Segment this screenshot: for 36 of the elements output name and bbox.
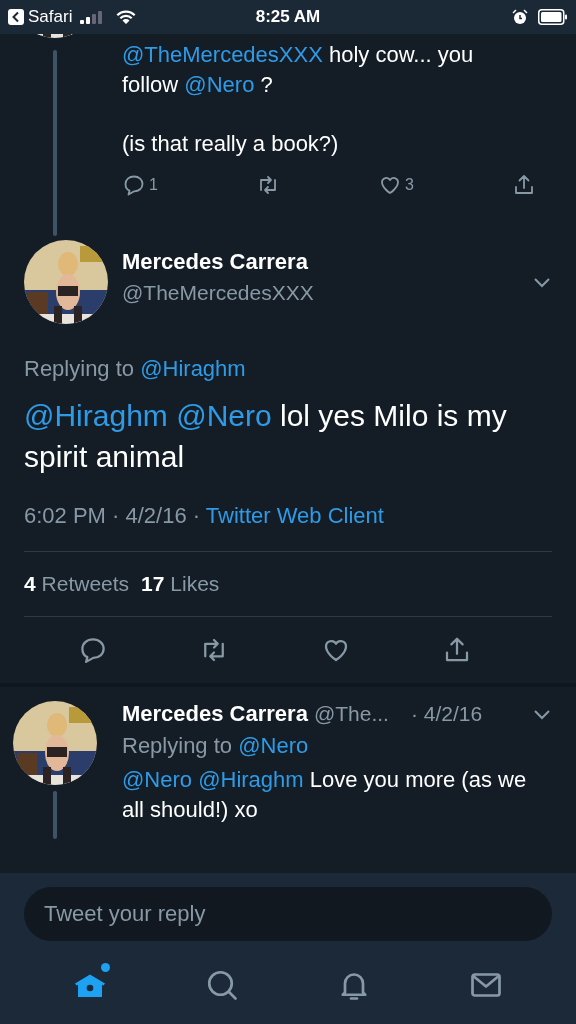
replying-to-text: Replying to @Hiraghm — [24, 356, 246, 381]
reply-button[interactable] — [78, 635, 108, 665]
stat-count[interactable]: 17 Likes — [141, 572, 220, 596]
tweet-text: @TheMercedesXXX holy cow... you follow @Nero ? — [122, 41, 475, 99]
user-handle: @The... — [313, 702, 389, 726]
tweet-date: · 4/2/16 — [410, 702, 483, 726]
wifi-icon — [116, 9, 137, 25]
stat-count[interactable]: 4 Retweets — [24, 572, 130, 596]
battery-icon — [538, 9, 568, 25]
mention-link[interactable]: @Nero — [122, 767, 193, 792]
unread-dot — [101, 963, 110, 972]
replying-to-text: Replying to @Nero — [122, 733, 309, 758]
reply-button[interactable]: 1 — [122, 173, 158, 198]
alarm-clock-icon — [512, 9, 528, 25]
speech-bubble-icon — [122, 173, 146, 198]
mention-link[interactable]: @Hiraghm — [140, 356, 246, 381]
client-link[interactable]: Twitter Web Client — [205, 503, 384, 528]
speech-bubble-icon — [78, 635, 108, 665]
user-name: Mercedes Carrera — [122, 249, 309, 275]
tweet-text: @Nero @Hiraghm Love you more (as we all should!) xo — [122, 766, 528, 824]
mention-link[interactable]: @Nero — [238, 733, 309, 758]
mention-link[interactable]: @Hiraghm — [198, 767, 304, 792]
clock-time: 8:25 AM — [255, 7, 321, 27]
user-handle: @TheMercedesXXX — [122, 281, 314, 305]
user-name: Mercedes Carrera — [122, 701, 308, 727]
back-to-app-button[interactable]: Safari — [8, 7, 73, 27]
mention-link[interactable]: @TheMercedesXXX — [122, 42, 323, 67]
mention-link[interactable]: @Nero — [176, 399, 272, 432]
mention-link[interactable]: @Nero — [184, 71, 255, 97]
back-icon — [8, 9, 24, 25]
mention-link[interactable]: @Hiraghm — [24, 399, 168, 432]
tweet-timestamp: 6:02 PM · 4/2/16 · Twitter Web Client — [24, 503, 384, 528]
tweet-text: (is that really a book?) — [122, 130, 340, 159]
reply-field[interactable]: Tweet your reply — [24, 887, 552, 941]
like-button[interactable]: 3 — [378, 173, 414, 198]
tweet-text: @Hiraghm @Nero lol yes Milo is my spirit animal — [24, 398, 508, 475]
